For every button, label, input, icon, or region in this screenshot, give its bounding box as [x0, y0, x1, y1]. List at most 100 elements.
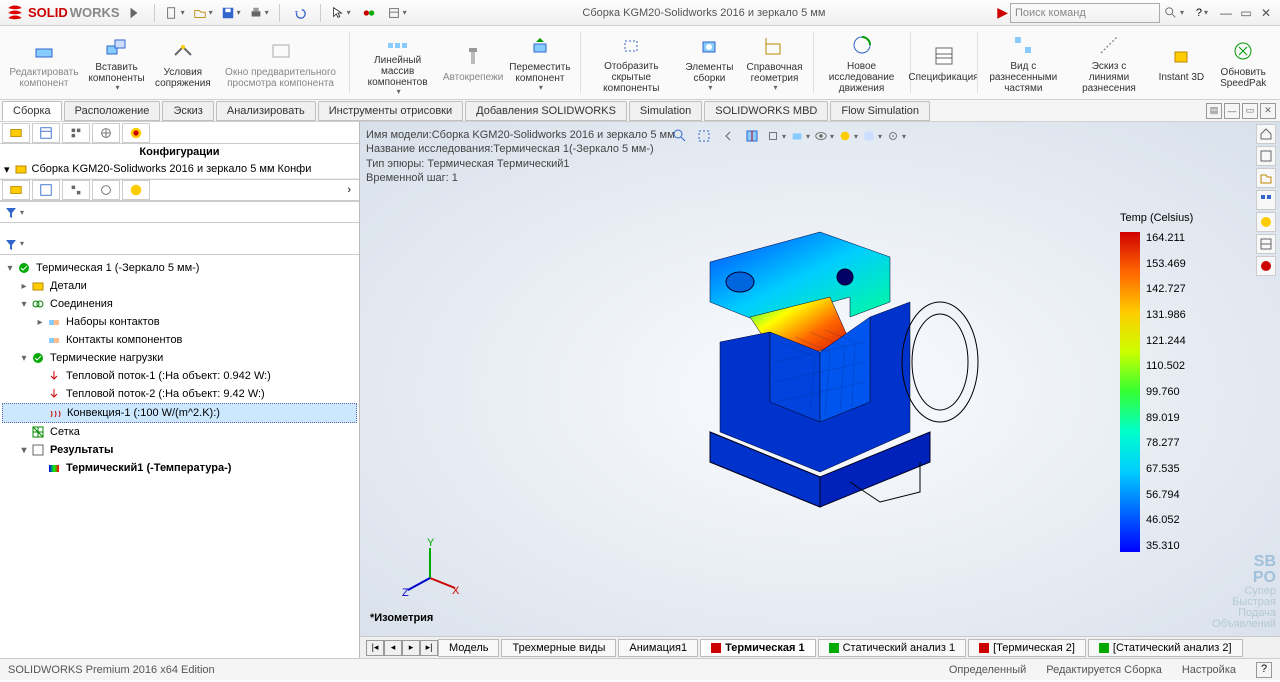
- tab-nav-prev[interactable]: ◂: [384, 640, 402, 656]
- vp-close-button[interactable]: ✕: [1260, 103, 1276, 119]
- rebuild-button[interactable]: [355, 2, 383, 24]
- view-settings-icon[interactable]: ▾: [886, 126, 906, 146]
- view-palette-icon[interactable]: [1256, 190, 1276, 210]
- explode-line-sketch-button[interactable]: Эскиз с линиями разнесения: [1068, 28, 1151, 97]
- custom-props-icon[interactable]: [1256, 234, 1276, 254]
- select-button[interactable]: ▾: [327, 2, 355, 24]
- tab-mbd[interactable]: SOLIDWORKS MBD: [704, 101, 828, 121]
- open-file-button[interactable]: ▾: [189, 2, 217, 24]
- search-input[interactable]: Поиск команд: [1010, 3, 1160, 23]
- vp-restore-button[interactable]: ▭: [1242, 103, 1258, 119]
- undo-button[interactable]: [286, 2, 314, 24]
- heat-flow-2[interactable]: Тепловой поток-2 (:На объект: 9.42 W:): [2, 385, 357, 403]
- exploded-view-button[interactable]: Вид с разнесенными частями: [981, 28, 1066, 97]
- tab-evaluate[interactable]: Анализировать: [216, 101, 316, 121]
- options-button[interactable]: ▾: [383, 2, 411, 24]
- tab-addins[interactable]: Добавления SOLIDWORKS: [465, 101, 627, 121]
- filter-icon[interactable]: [4, 237, 18, 251]
- property-tab[interactable]: [32, 123, 60, 143]
- view-triad[interactable]: X Y Z: [400, 538, 460, 598]
- assembly-features-button[interactable]: Элементы сборки▾: [680, 28, 738, 97]
- display-tab[interactable]: [122, 123, 150, 143]
- dimxpert-tab[interactable]: [92, 123, 120, 143]
- mesh-node[interactable]: Сетка: [2, 423, 357, 441]
- sim-dim-tab[interactable]: [92, 180, 120, 200]
- config-tab[interactable]: [62, 123, 90, 143]
- speedpak-button[interactable]: Обновить SpeedPak: [1212, 28, 1274, 97]
- edit-appearance-icon[interactable]: ▾: [838, 126, 858, 146]
- tab-nav-first[interactable]: |◂: [366, 640, 384, 656]
- play-icon[interactable]: [120, 2, 148, 24]
- instant-3d-button[interactable]: Instant 3D: [1152, 28, 1210, 97]
- save-button[interactable]: ▾: [217, 2, 245, 24]
- parts-node[interactable]: ▸Детали: [2, 277, 357, 295]
- tab-static1[interactable]: Статический анализ 1: [818, 639, 967, 657]
- new-file-button[interactable]: ▾: [161, 2, 189, 24]
- tab-animation[interactable]: Анимация1: [618, 639, 698, 657]
- tab-layout[interactable]: Расположение: [64, 101, 161, 121]
- tab-nav-next[interactable]: ▸: [402, 640, 420, 656]
- tab-flow[interactable]: Flow Simulation: [830, 101, 930, 121]
- convection-node[interactable]: Конвекция-1 (:100 W/(m^2.K):): [2, 403, 357, 423]
- tab-thermal2[interactable]: [Термическая 2]: [968, 639, 1086, 657]
- bom-button[interactable]: Спецификация: [915, 28, 973, 97]
- ref-geometry-button[interactable]: Справочная геометрия▾: [740, 28, 808, 97]
- home-icon[interactable]: [1256, 124, 1276, 144]
- hide-show-icon[interactable]: ▾: [814, 126, 834, 146]
- apply-scene-icon[interactable]: ▾: [862, 126, 882, 146]
- view-orientation-icon[interactable]: ▾: [766, 126, 786, 146]
- study-node[interactable]: ▾Термическая 1 (-Зеркало 5 мм-): [2, 259, 357, 277]
- restore-button[interactable]: ▭: [1236, 3, 1256, 23]
- sim-config-tab[interactable]: [62, 180, 90, 200]
- vp-minimize-button[interactable]: —: [1224, 103, 1240, 119]
- edit-component-button[interactable]: Редактировать компонент: [6, 28, 82, 97]
- display-style-icon[interactable]: ▾: [790, 126, 810, 146]
- section-view-icon[interactable]: [742, 126, 762, 146]
- show-hidden-button[interactable]: Отобразить скрытые компоненты: [584, 28, 678, 97]
- mate-button[interactable]: Условия сопряжения: [151, 28, 214, 97]
- move-component-button[interactable]: Переместить компонент▾: [504, 28, 576, 97]
- tab-simulation[interactable]: Simulation: [629, 101, 702, 121]
- appearances-icon[interactable]: [1256, 212, 1276, 232]
- motion-study-button[interactable]: Новое исследование движения: [817, 28, 906, 97]
- filter-icon[interactable]: [4, 205, 18, 219]
- library-icon[interactable]: [1256, 146, 1276, 166]
- tab-thermal1[interactable]: Термическая 1: [700, 639, 815, 657]
- tab-sketch[interactable]: Эскиз: [162, 101, 213, 121]
- config-item[interactable]: ▾ Сборка KGM20-Solidworks 2016 и зеркало…: [0, 160, 359, 179]
- results-node[interactable]: ▾Результаты: [2, 441, 357, 459]
- feature-tree-tab[interactable]: [2, 123, 30, 143]
- contact-sets-node[interactable]: ▸Наборы контактов: [2, 313, 357, 331]
- insert-components-button[interactable]: Вставить компоненты▾: [84, 28, 149, 97]
- linear-pattern-button[interactable]: Линейный массив компонентов▾: [353, 28, 442, 97]
- minimize-button[interactable]: —: [1216, 3, 1236, 23]
- tab-model[interactable]: Модель: [438, 639, 499, 657]
- tab-nav-last[interactable]: ▸|: [420, 640, 438, 656]
- explorer-icon[interactable]: [1256, 168, 1276, 188]
- print-button[interactable]: ▾: [245, 2, 273, 24]
- thermal-loads-node[interactable]: ▾Термические нагрузки: [2, 349, 357, 367]
- heat-flow-1[interactable]: Тепловой поток-1 (:На объект: 0.942 W:): [2, 367, 357, 385]
- smart-fasteners-button[interactable]: Автокрепежи: [444, 28, 502, 97]
- status-help-icon[interactable]: ?: [1256, 662, 1272, 678]
- zoom-fit-icon[interactable]: [670, 126, 690, 146]
- help-button[interactable]: ?▾: [1188, 2, 1216, 24]
- component-contacts-node[interactable]: Контакты компонентов: [2, 331, 357, 349]
- tab-assembly[interactable]: Сборка: [2, 101, 62, 121]
- status-settings[interactable]: Настройка: [1182, 664, 1236, 676]
- expand-icon[interactable]: ▤: [1206, 103, 1222, 119]
- search-button[interactable]: ▾: [1160, 2, 1188, 24]
- sim-display-tab[interactable]: [122, 180, 150, 200]
- forum-icon[interactable]: [1256, 256, 1276, 276]
- prev-view-icon[interactable]: [718, 126, 738, 146]
- tab-static2[interactable]: [Статический анализ 2]: [1088, 639, 1243, 657]
- panel-nav-icon[interactable]: ›: [341, 184, 357, 196]
- zoom-area-icon[interactable]: [694, 126, 714, 146]
- sim-tree-tab[interactable]: [2, 180, 30, 200]
- tab-render[interactable]: Инструменты отрисовки: [318, 101, 463, 121]
- thermal-result-node[interactable]: Термический1 (-Температура-): [2, 459, 357, 477]
- close-button[interactable]: ✕: [1256, 3, 1276, 23]
- sim-props-tab[interactable]: [32, 180, 60, 200]
- connections-node[interactable]: ▾Соединения: [2, 295, 357, 313]
- preview-window-button[interactable]: Окно предварительного просмотра компонен…: [216, 28, 344, 97]
